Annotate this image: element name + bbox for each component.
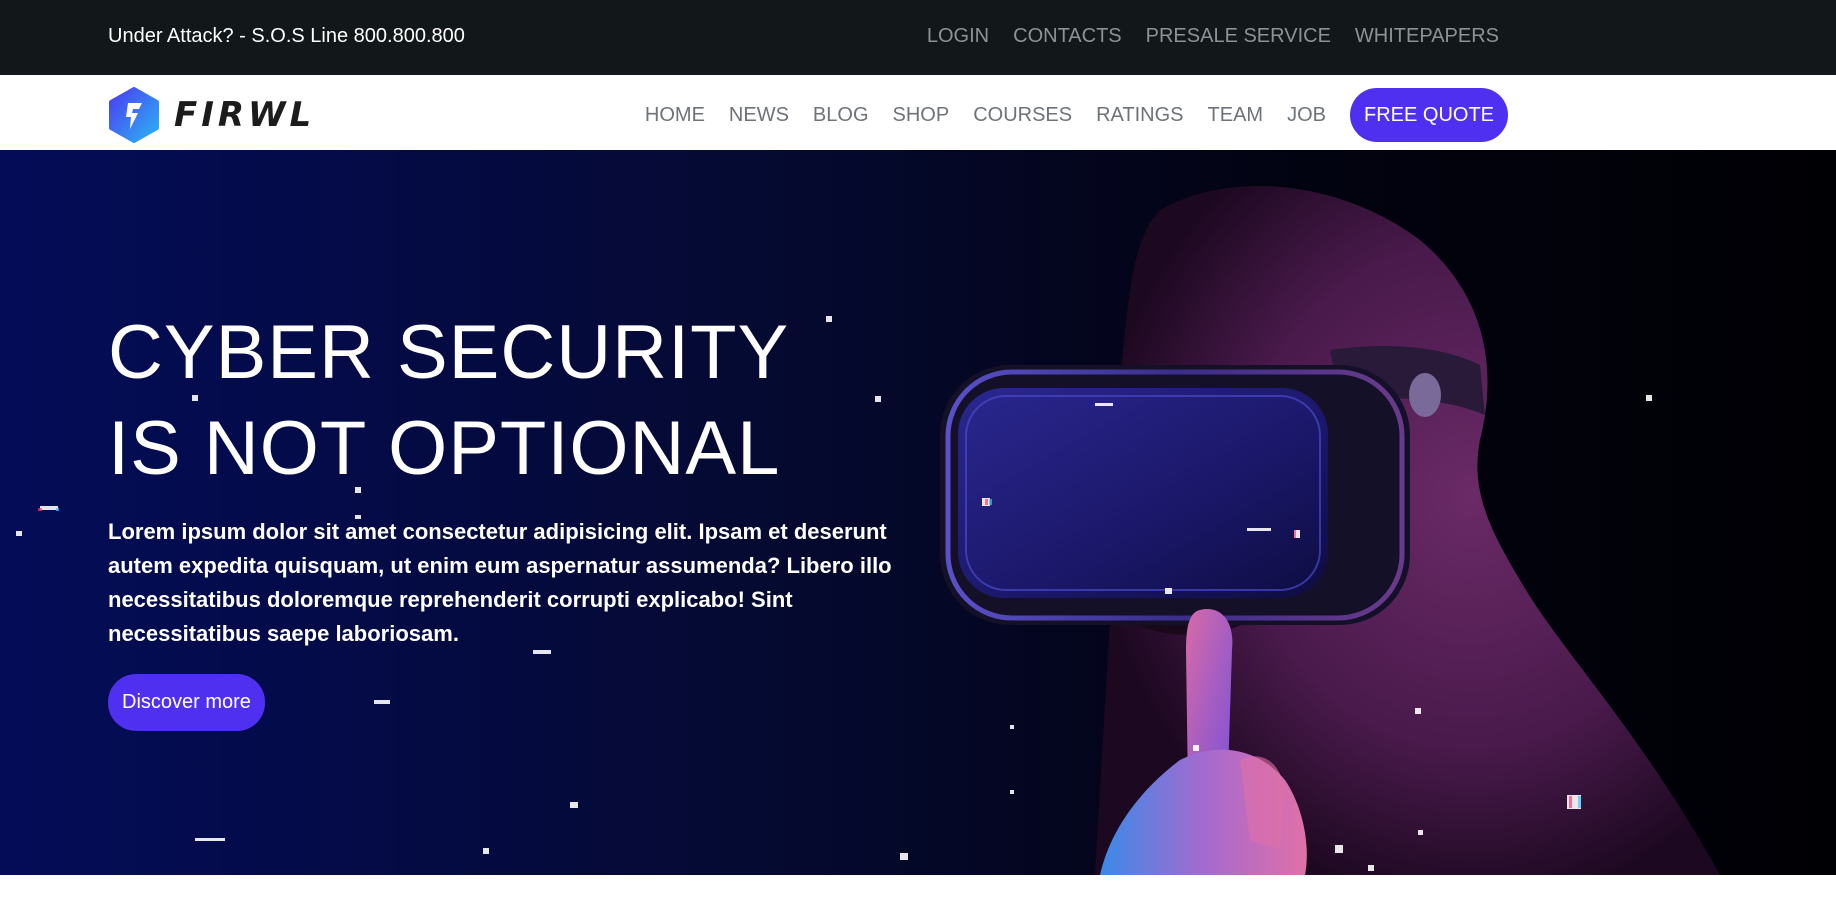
top-link-whitepapers[interactable]: WHITEPAPERS [1355, 23, 1499, 49]
hero-lead-text: Lorem ipsum dolor sit amet consectetur a… [108, 519, 892, 646]
nav-item-news[interactable]: NEWS [717, 88, 801, 142]
free-quote-button[interactable]: FREE QUOTE [1349, 88, 1508, 142]
top-link-presale-service[interactable]: PRESALE SERVICE [1146, 23, 1331, 49]
hero-image [16, 186, 1720, 875]
nav-item-courses[interactable]: COURSES [961, 88, 1084, 142]
nav-item-job[interactable]: JOB [1275, 88, 1338, 142]
nav-item-team[interactable]: TEAM [1196, 88, 1276, 142]
discover-more-button[interactable]: Discover more [108, 674, 265, 731]
nav-item-ratings[interactable]: RATINGS [1084, 88, 1195, 142]
main-navbar: FIRWL HOME NEWS BLOG SHOP COURSES RATING… [0, 75, 1836, 150]
page-content-start [0, 875, 1836, 923]
nav-item-blog[interactable]: BLOG [801, 88, 881, 142]
top-link-contacts[interactable]: CONTACTS [1013, 23, 1122, 49]
hero-section: CYBER SECURITY IS NOT OPTIONAL Lorem ips… [0, 150, 1836, 875]
brand-name: FIRWL [174, 95, 316, 135]
top-link-login[interactable]: LOGIN [927, 23, 989, 49]
lightning-hexagon-icon [109, 87, 159, 143]
top-links: LOGIN CONTACTS PRESALE SERVICE WHITEPAPE… [927, 23, 1499, 49]
hero-title: CYBER SECURITY IS NOT OPTIONAL [108, 310, 788, 491]
nav-item-shop[interactable]: SHOP [881, 88, 962, 142]
brand-logo[interactable]: FIRWL [108, 87, 315, 143]
top-bar: Under Attack? - S.O.S Line 800.800.800 L… [0, 0, 1836, 75]
main-menu: HOME NEWS BLOG SHOP COURSES RATINGS TEAM… [633, 88, 1508, 142]
sos-line-text: Under Attack? - S.O.S Line 800.800.800 [108, 25, 465, 47]
nav-item-home[interactable]: HOME [633, 88, 717, 142]
